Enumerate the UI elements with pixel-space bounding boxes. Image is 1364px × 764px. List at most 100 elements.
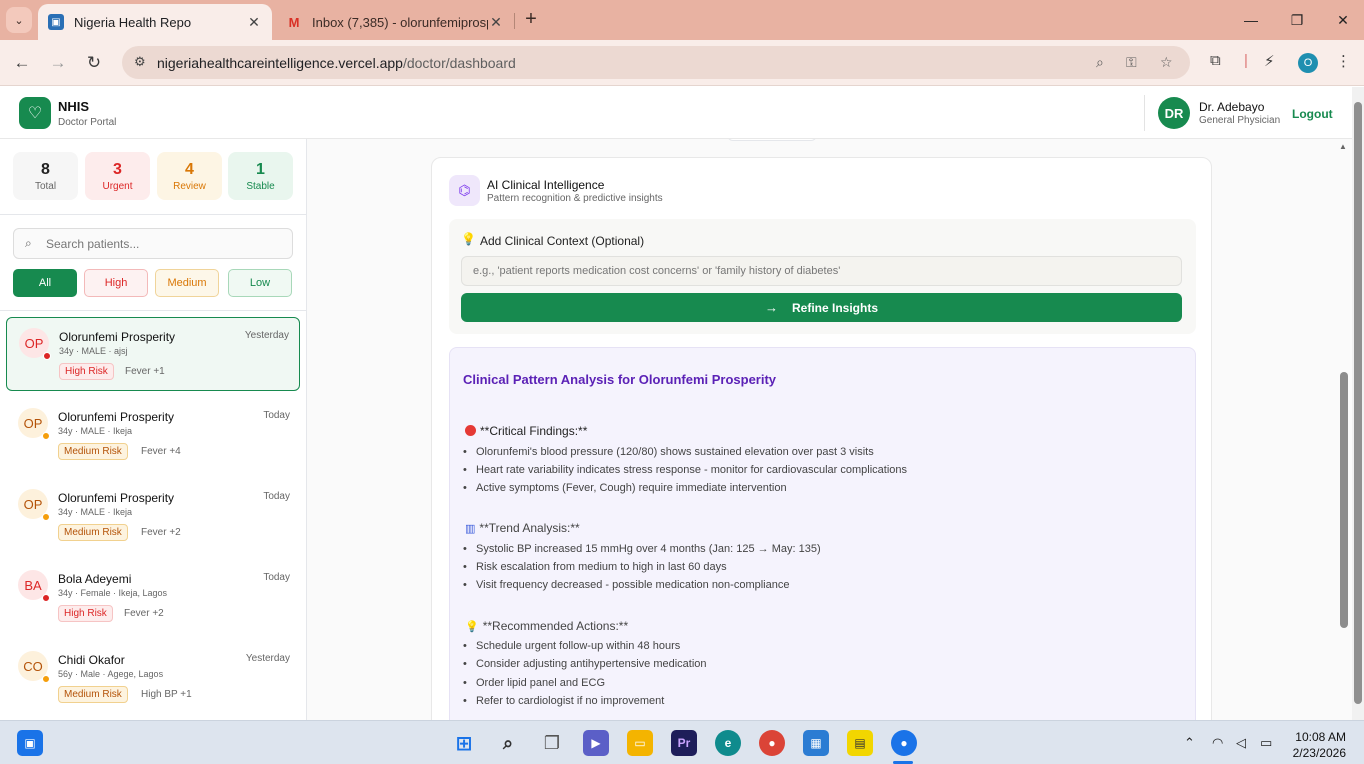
- trend-item: Visit frequency decreased - possible med…: [463, 579, 789, 591]
- start-icon[interactable]: ⊞: [451, 730, 477, 756]
- zoom-icon[interactable]: ⌕: [1096, 54, 1104, 71]
- search-input[interactable]: [46, 234, 286, 254]
- recommended-actions-heading: 💡 **Recommended Actions:**: [465, 619, 629, 633]
- lightbulb-icon: 💡: [465, 621, 479, 633]
- analysis-title: Clinical Pattern Analysis for Olorunfemi…: [463, 372, 777, 387]
- file-explorer-icon[interactable]: ▭: [627, 730, 653, 756]
- action-item: Refer to cardiologist if no improvement: [463, 695, 664, 707]
- extensions-icon[interactable]: ⧉: [1210, 52, 1221, 69]
- risk-badge: High Risk: [59, 363, 114, 380]
- patient-meta: 34y · MALE · Ikeja: [58, 507, 133, 517]
- symptom-summary: Fever +2: [124, 608, 164, 619]
- patient-list-item[interactable]: OP Olorunfemi Prosperity Today 34y · MAL…: [6, 479, 300, 553]
- chart-icon: ▥: [465, 523, 476, 535]
- page-scroll-thumb[interactable]: [1354, 102, 1362, 704]
- patient-meta: 34y · Female · Ikeja, Lagos: [58, 588, 168, 598]
- system-clock[interactable]: 10:08 AM 2/23/2026: [1293, 729, 1346, 761]
- filter-high[interactable]: High: [84, 269, 148, 297]
- patient-list-item[interactable]: CO Chidi Okafor Yesterday 56y · Male · A…: [6, 641, 300, 715]
- risk-dot: [42, 432, 50, 440]
- tab-title: Inbox (7,385) - olorunfemiprosp: [312, 14, 488, 30]
- tab-nigeria-health[interactable]: ▣ Nigeria Health Repo ✕: [38, 4, 272, 40]
- widgets-icon[interactable]: ▣: [17, 730, 43, 756]
- sticky-notes-icon[interactable]: ▤: [847, 730, 873, 756]
- brand-name: NHIS: [58, 99, 90, 114]
- lightbulb-icon: 💡: [461, 232, 476, 246]
- close-icon[interactable]: ✕: [488, 14, 504, 31]
- red-circle-icon: [465, 425, 476, 436]
- scroll-up-icon[interactable]: ▲: [1339, 142, 1347, 151]
- premiere-pro-icon[interactable]: Pr: [671, 730, 697, 756]
- restore-button[interactable]: ❐: [1274, 0, 1320, 40]
- refine-insights-button[interactable]: → Refine Insights: [461, 293, 1182, 322]
- battery-icon[interactable]: ▭: [1260, 735, 1272, 751]
- patient-list-item[interactable]: OP Olorunfemi Prosperity Yesterday 34y ·…: [6, 317, 300, 391]
- patient-list-item[interactable]: BA Bola Adeyemi Today 34y · Female · Ike…: [6, 560, 300, 634]
- store-icon[interactable]: ▦: [803, 730, 829, 756]
- patient-meta: 34y · MALE · Ikeja: [58, 426, 133, 436]
- bookmark-star-icon[interactable]: ☆: [1160, 54, 1173, 71]
- minimize-button[interactable]: —: [1228, 0, 1274, 40]
- tab-gmail-inbox[interactable]: M Inbox (7,385) - olorunfemiprosp ✕: [276, 4, 514, 40]
- menu-kebab-icon[interactable]: ⋮: [1336, 52, 1351, 70]
- symptom-summary: Fever +4: [141, 446, 181, 457]
- chevron-down-icon: ⌄: [14, 14, 24, 27]
- brain-icon: ⌬: [449, 175, 480, 206]
- new-tab-button[interactable]: +: [520, 9, 542, 31]
- address-bar[interactable]: ⚙ nigeriahealthcareintelligence.vercel.a…: [122, 46, 1190, 79]
- risk-dot: [42, 675, 50, 683]
- doctor-role: General Physician: [1199, 115, 1281, 126]
- show-hidden-icons[interactable]: ⌃: [1184, 735, 1195, 751]
- tab-search-button[interactable]: ⌄: [6, 7, 32, 33]
- site-info-icon[interactable]: ⚙: [134, 54, 146, 70]
- risk-dot: [43, 352, 51, 360]
- back-icon[interactable]: ←: [10, 51, 34, 75]
- profile-avatar[interactable]: O: [1298, 53, 1318, 73]
- task-view-icon[interactable]: ❐: [539, 730, 565, 756]
- tab-title: Nigeria Health Repo: [74, 14, 192, 30]
- card-title: AI Clinical Intelligence: [487, 178, 605, 192]
- url-text[interactable]: nigeriahealthcareintelligence.vercel.app…: [157, 55, 516, 71]
- patient-last-visit: Yesterday: [244, 330, 289, 341]
- content-scroll-thumb[interactable]: [1340, 372, 1348, 628]
- reload-icon[interactable]: ↻: [82, 51, 106, 75]
- site-favicon-icon: ▣: [48, 14, 64, 30]
- heart-logo-icon: ♡: [19, 97, 51, 129]
- symptom-summary: High BP +1: [141, 689, 192, 700]
- patient-sidebar: 8 Total 3 Urgent 4 Review 1 Stable ⌕ All…: [0, 139, 307, 720]
- password-key-icon[interactable]: ⚿: [1126, 54, 1137, 71]
- search-icon[interactable]: ⌕: [495, 730, 521, 756]
- meet-icon[interactable]: ▶: [583, 730, 609, 756]
- patient-search[interactable]: ⌕: [13, 228, 293, 259]
- close-icon[interactable]: ✕: [246, 14, 262, 31]
- patient-meta: 34y · MALE · ajsj: [59, 346, 128, 356]
- gmail-icon: M: [288, 14, 300, 30]
- window-close-button[interactable]: ✕: [1320, 0, 1364, 40]
- chrome-profile-icon[interactable]: ●: [891, 730, 917, 756]
- patient-last-visit: Today: [263, 410, 290, 421]
- doctor-avatar: DR: [1158, 97, 1190, 129]
- patient-name: Bola Adeyemi: [58, 572, 132, 586]
- forward-icon[interactable]: →: [46, 51, 70, 75]
- browser-tab-bar: ⌄ ▣ Nigeria Health Repo ✕ M Inbox (7,385…: [0, 0, 1364, 40]
- filter-all[interactable]: All: [13, 269, 77, 297]
- filter-medium[interactable]: Medium: [155, 269, 219, 297]
- critical-findings-heading: **Critical Findings:**: [465, 424, 587, 438]
- filter-low[interactable]: Low: [228, 269, 292, 297]
- performance-icon[interactable]: ⚡: [1264, 52, 1275, 70]
- finding-item: Active symptoms (Fever, Cough) require i…: [463, 482, 787, 494]
- patient-last-visit: Today: [263, 572, 290, 583]
- trend-analysis-heading: ▥ **Trend Analysis:**: [465, 521, 580, 535]
- edge-icon[interactable]: e: [715, 730, 741, 756]
- patient-list-item[interactable]: OP Olorunfemi Prosperity Today 34y · MAL…: [6, 398, 300, 472]
- stat-total: 8 Total: [13, 152, 78, 200]
- trend-item: Risk escalation from medium to high in l…: [463, 561, 727, 573]
- volume-icon[interactable]: ◁: [1236, 735, 1246, 751]
- symptom-summary: Fever +1: [125, 366, 165, 377]
- wifi-icon[interactable]: ◠: [1212, 735, 1223, 751]
- action-item: Consider adjusting antihypertensive medi…: [463, 658, 707, 670]
- chrome-icon[interactable]: ●: [759, 730, 785, 756]
- logout-button[interactable]: Logout: [1292, 107, 1333, 121]
- clinical-context-input[interactable]: [461, 256, 1182, 286]
- patient-meta: 56y · Male · Agege, Lagos: [58, 669, 164, 679]
